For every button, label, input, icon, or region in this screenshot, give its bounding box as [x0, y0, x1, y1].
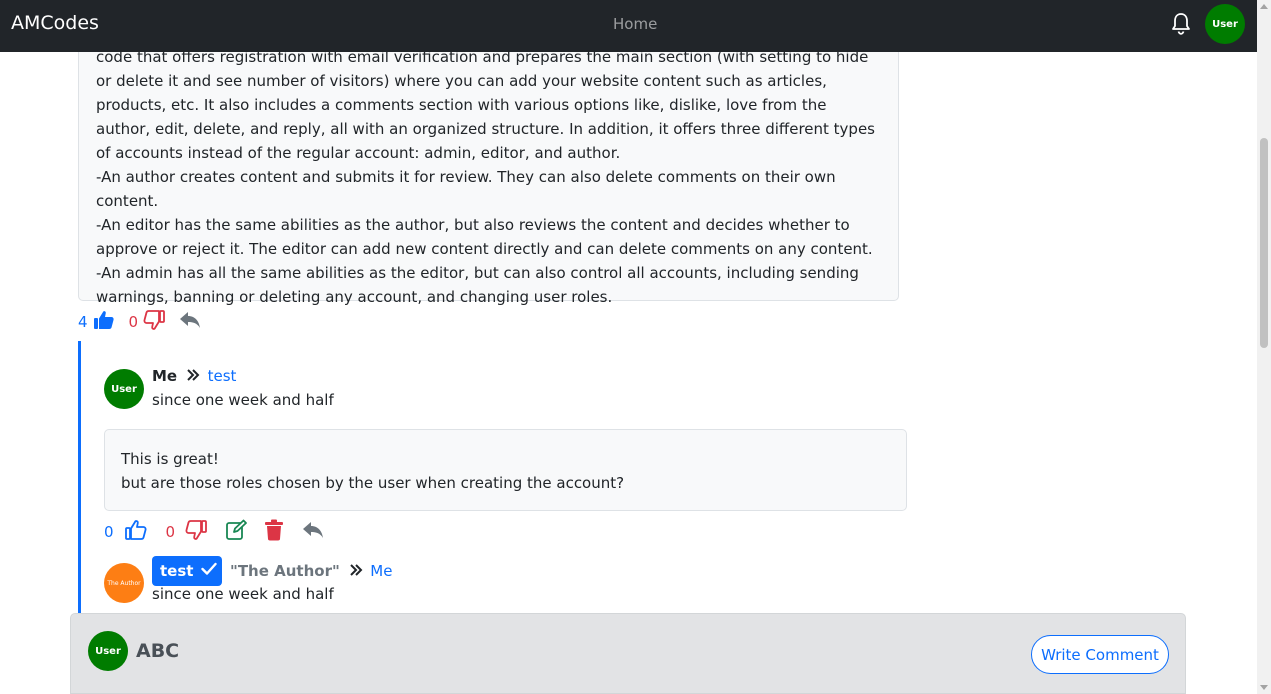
nav-link-home[interactable]: Home [613, 15, 657, 33]
post-content: code that offers registration with email… [78, 30, 899, 306]
author-name: test [160, 562, 194, 580]
like-count: 4 [78, 313, 88, 331]
reply-to-link[interactable]: test [208, 367, 237, 385]
navbar: AMCodes Home User [0, 0, 1257, 52]
reply-to-link[interactable]: Me [370, 562, 392, 580]
author-avatar[interactable]: The Author [104, 563, 144, 603]
dislike-count: 0 [165, 523, 176, 541]
scrollbar[interactable] [1257, 0, 1271, 694]
reply-time: since one week and half [152, 585, 334, 603]
post-paragraph: -An author creates content and submits i… [96, 168, 836, 210]
author-role: "The Author" Me [230, 562, 392, 581]
comment-bar-avatar: User [88, 631, 128, 671]
post-paragraph: -An editor has the same abilities as the… [96, 216, 873, 258]
brand-logo[interactable]: AMCodes [11, 12, 99, 34]
scroll-thumb[interactable] [1260, 138, 1268, 348]
reply-header: Me test [152, 367, 236, 386]
scroll-up-icon[interactable] [1260, 4, 1268, 9]
double-chevron-right-icon [349, 563, 363, 581]
thumbs-up-outline-icon[interactable] [124, 519, 147, 545]
reply-time: since one week and half [152, 391, 334, 409]
reply-icon[interactable] [302, 520, 324, 544]
post-paragraph: code that offers registration with email… [96, 48, 875, 162]
reply-author[interactable]: Me [152, 367, 177, 385]
check-icon [201, 562, 218, 580]
thread-line [78, 341, 81, 613]
thumbs-down-icon[interactable] [143, 309, 165, 335]
reply-icon[interactable] [179, 310, 201, 334]
thumbs-down-icon[interactable] [185, 519, 207, 545]
post-paragraph: -An admin has all the same abilities as … [96, 264, 859, 306]
reply-line: but are those roles chosen by the user w… [121, 474, 625, 492]
comment-bar-username: ABC [136, 640, 180, 662]
double-chevron-right-icon [186, 368, 200, 386]
comment-bar: User ABC Write Comment [70, 613, 1186, 694]
like-count: 0 [104, 523, 114, 541]
dislike-count: 0 [128, 313, 139, 331]
author-role-label: "The Author" [230, 562, 340, 580]
post-actions: 4 0 [78, 309, 201, 335]
thumbs-up-icon[interactable] [93, 309, 115, 335]
reply-content: This is great! but are those roles chose… [104, 429, 907, 511]
trash-icon[interactable] [264, 519, 284, 545]
author-name-badge[interactable]: test [152, 556, 222, 586]
edit-icon[interactable] [225, 519, 247, 545]
reply-actions: 0 0 [104, 519, 324, 545]
reply-line: This is great! [121, 450, 219, 468]
user-avatar[interactable]: User [1205, 4, 1245, 44]
write-comment-button[interactable]: Write Comment [1031, 635, 1169, 674]
bell-icon[interactable] [1170, 12, 1192, 36]
reply-avatar[interactable]: User [104, 369, 144, 409]
scroll-down-icon[interactable] [1260, 685, 1268, 690]
